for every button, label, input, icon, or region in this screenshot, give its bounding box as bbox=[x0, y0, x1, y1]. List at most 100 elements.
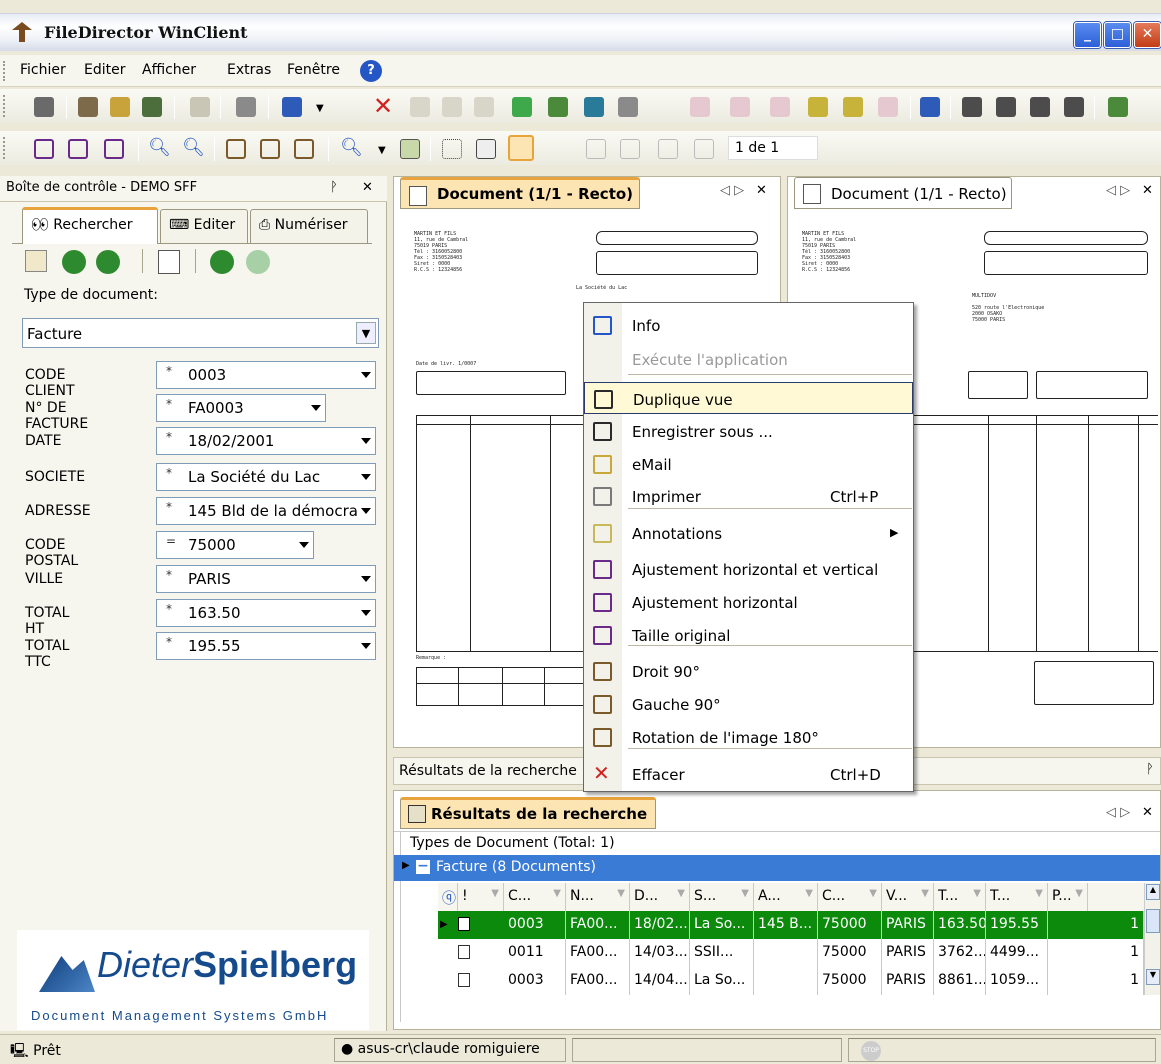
field-operator[interactable]: = bbox=[166, 534, 176, 548]
chevron-down-icon[interactable] bbox=[361, 508, 371, 514]
menu-afficher[interactable]: Afficher bbox=[142, 62, 196, 78]
search-add-icon[interactable] bbox=[96, 250, 120, 274]
column-header[interactable]: D... ▼ bbox=[630, 883, 690, 911]
column-header[interactable]: V... ▼ bbox=[882, 883, 934, 911]
view-icon[interactable] bbox=[34, 97, 54, 117]
chevron-down-icon[interactable] bbox=[361, 474, 371, 480]
menu-fenetre[interactable]: Fenêtre bbox=[287, 62, 340, 78]
stop-icon[interactable]: STOP bbox=[861, 1041, 881, 1061]
checkout-icon[interactable] bbox=[584, 97, 604, 117]
document-icon[interactable] bbox=[190, 97, 210, 117]
chevron-down-icon[interactable] bbox=[311, 405, 321, 411]
context-menu-item[interactable]: Taille original bbox=[584, 619, 913, 651]
context-menu-item[interactable]: eMail bbox=[584, 448, 913, 480]
list-view-icon[interactable] bbox=[476, 139, 496, 159]
tab-document-1[interactable]: Document (1/1 - Recto) bbox=[400, 177, 640, 209]
zoom-icon[interactable]: 🔍︎ bbox=[340, 137, 363, 158]
context-menu-item[interactable]: Gauche 90° bbox=[584, 688, 913, 720]
scroll-tabs-icon[interactable]: ◁ ▷ bbox=[1106, 805, 1130, 820]
context-menu-item[interactable]: Annotations ▶ bbox=[584, 517, 913, 549]
field-input[interactable]: * La Société du Lac bbox=[156, 463, 376, 491]
maximize-button[interactable]: □ bbox=[1104, 22, 1131, 48]
close-button[interactable]: ✕ bbox=[1134, 22, 1161, 48]
chevron-down-icon[interactable]: ▼ bbox=[617, 888, 625, 899]
mail-delete-icon[interactable] bbox=[878, 97, 898, 117]
tab-rechercher[interactable]: 👀︎ Rechercher bbox=[22, 207, 158, 244]
table-row[interactable]: ▶ 0003 FA00... 18/02... La So... 145 B... 7500… bbox=[438, 911, 1144, 939]
zoom-in-icon[interactable]: 🔍︎ bbox=[148, 137, 171, 158]
field-input[interactable]: * 195.55 bbox=[156, 632, 376, 660]
rotate-left-icon[interactable] bbox=[260, 139, 280, 159]
first-page-icon[interactable] bbox=[586, 139, 606, 159]
mail-forward-icon[interactable] bbox=[843, 97, 863, 117]
link-add-icon[interactable] bbox=[996, 97, 1016, 117]
dropdown-arrow-icon[interactable]: ▼ bbox=[316, 103, 324, 114]
menu-editer[interactable]: Editer bbox=[84, 62, 125, 78]
scroll-tabs-icon[interactable]: ◁ ▷ bbox=[1106, 183, 1130, 198]
doc-type-select[interactable]: Facture ▼ bbox=[22, 318, 379, 348]
clear-search-icon[interactable] bbox=[25, 250, 47, 272]
chevron-down-icon[interactable]: ▼ bbox=[356, 322, 376, 344]
refresh-icon[interactable] bbox=[210, 250, 234, 274]
folder-icon[interactable] bbox=[110, 97, 130, 117]
fit-width-icon[interactable] bbox=[68, 139, 88, 159]
field-input[interactable]: * FA0003 bbox=[156, 394, 326, 422]
close-panel-icon[interactable]: ✕ bbox=[362, 180, 373, 195]
document-list-icon[interactable] bbox=[158, 250, 180, 274]
scan-icon[interactable] bbox=[142, 97, 162, 117]
reset-icon[interactable] bbox=[246, 250, 270, 274]
context-menu-item[interactable]: Droit 90° bbox=[584, 655, 913, 687]
fit-both-icon[interactable] bbox=[34, 139, 54, 159]
chevron-down-icon[interactable] bbox=[361, 610, 371, 616]
chevron-down-icon[interactable] bbox=[361, 643, 371, 649]
scroll-down-icon[interactable]: ▼ bbox=[1146, 969, 1160, 985]
context-menu-item[interactable]: Imprimer Ctrl+P bbox=[584, 480, 913, 512]
pin-icon[interactable]: ᚹ bbox=[330, 180, 338, 195]
tab-results[interactable]: Résultats de la recherche bbox=[400, 797, 656, 829]
field-input[interactable]: * 18/02/2001 bbox=[156, 427, 376, 455]
tab-editer[interactable]: ⌨ Editer bbox=[160, 209, 248, 243]
context-menu-item[interactable]: Rotation de l'image 180° bbox=[584, 721, 913, 753]
field-input[interactable]: * 0003 bbox=[156, 361, 376, 389]
close-doc-icon[interactable]: ✕ bbox=[1142, 183, 1153, 198]
column-header[interactable]: ! ▼ bbox=[458, 883, 504, 911]
chevron-down-icon[interactable]: ▼ bbox=[553, 888, 561, 899]
workflow-icon[interactable] bbox=[920, 97, 940, 117]
context-menu-item[interactable]: Ajustement horizontal bbox=[584, 586, 913, 618]
group-row[interactable]: ▶ − Facture (8 Documents) bbox=[394, 855, 1160, 881]
grid-view-icon[interactable] bbox=[442, 139, 462, 159]
tab-numeriser[interactable]: ⎙ Numériser bbox=[250, 209, 368, 243]
chevron-down-icon[interactable]: ▼ bbox=[869, 888, 877, 899]
menu-extras[interactable]: Extras bbox=[227, 62, 271, 78]
dropdown-arrow-icon[interactable]: ▼ bbox=[378, 145, 386, 156]
copy-icon[interactable] bbox=[442, 97, 462, 117]
zoom-out-icon[interactable]: 🔍︎ bbox=[182, 137, 205, 158]
chevron-down-icon[interactable]: ▼ bbox=[921, 888, 929, 899]
rotate-180-icon[interactable] bbox=[294, 139, 314, 159]
field-operator[interactable]: * bbox=[166, 430, 172, 444]
chevron-down-icon[interactable] bbox=[361, 372, 371, 378]
field-input[interactable]: * 163.50 bbox=[156, 599, 376, 627]
close-results-icon[interactable]: ✕ bbox=[1142, 805, 1153, 820]
help-icon[interactable]: ? bbox=[360, 60, 382, 82]
field-operator[interactable]: * bbox=[166, 466, 172, 480]
mail-reply-icon[interactable] bbox=[770, 97, 790, 117]
table-row[interactable]: 0011 FA00... 14/03... SSII... 75000 PARIS 3762… bbox=[438, 939, 1144, 967]
paste-icon[interactable] bbox=[474, 97, 494, 117]
chevron-down-icon[interactable]: ▼ bbox=[1075, 888, 1083, 899]
scroll-thumb[interactable] bbox=[1146, 909, 1160, 933]
checkin-icon[interactable] bbox=[618, 97, 638, 117]
page-view-icon[interactable] bbox=[508, 135, 534, 161]
field-operator[interactable]: * bbox=[166, 500, 172, 514]
field-input[interactable]: * PARIS bbox=[156, 565, 376, 593]
column-header[interactable]: A... ▼ bbox=[754, 883, 818, 911]
cut-icon[interactable] bbox=[410, 97, 430, 117]
column-header[interactable]: P... ▼ bbox=[1048, 883, 1088, 911]
collapse-icon[interactable]: − bbox=[416, 859, 430, 874]
word-icon[interactable] bbox=[282, 97, 302, 117]
link-icon[interactable] bbox=[962, 97, 982, 117]
column-header[interactable]: N... ▼ bbox=[566, 883, 630, 911]
column-header[interactable]: C... ▼ bbox=[504, 883, 566, 911]
chevron-down-icon[interactable]: ▼ bbox=[677, 888, 685, 899]
mail-close-icon[interactable] bbox=[730, 97, 750, 117]
